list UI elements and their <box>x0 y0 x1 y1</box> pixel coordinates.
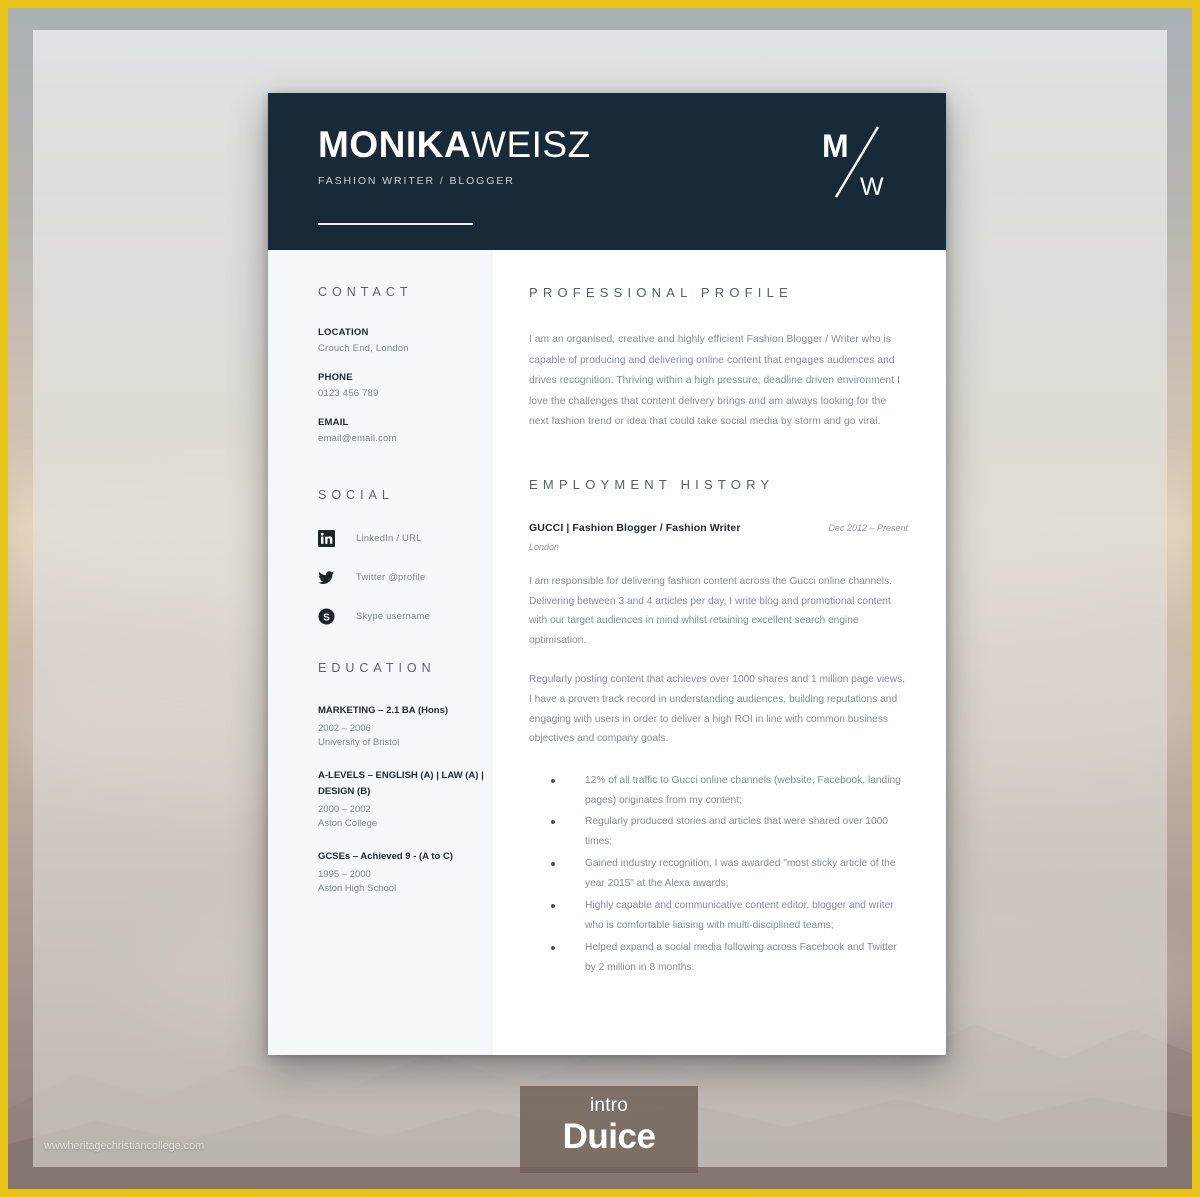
watermark-url: wwwheritagechristiancollege.com <box>44 1140 205 1152</box>
contact-label: PHONE <box>318 372 353 383</box>
job-paragraph: Regularly posting content that achieves … <box>529 674 906 745</box>
job-header: GUCCI | Fashion Blogger / Fashion Writer… <box>529 522 908 534</box>
list-item: Gained industry recognition, I was award… <box>551 854 908 894</box>
contact-item-location: LOCATION Crouch End, London <box>318 327 493 354</box>
twitter-icon <box>318 569 335 586</box>
contact-value: email@email.com <box>318 433 397 444</box>
section-heading-employment: EMPLOYMENT HISTORY <box>529 477 775 493</box>
job-location: London <box>529 542 560 553</box>
education-years: 2000 – 2002 <box>318 803 371 815</box>
linkedin-icon <box>318 530 335 547</box>
education-school: Aston High School <box>318 882 397 894</box>
monogram-logo: M W <box>820 121 894 203</box>
skype-icon: S <box>318 608 335 625</box>
page-title: MONIKAWEISZ <box>318 126 591 163</box>
resume-main-column: PROFESSIONAL PROFILE I am an organised, … <box>493 250 946 1055</box>
job-paragraph: I am responsible for delivering fashion … <box>529 576 892 646</box>
svg-text:S: S <box>323 612 330 623</box>
section-heading-contact: CONTACT <box>318 285 413 299</box>
list-item: Regularly produced stories and articles … <box>551 812 908 852</box>
contact-item-phone: PHONE 0123 456 789 <box>318 372 493 399</box>
education-years: 2002 – 2006 <box>318 722 371 734</box>
list-item: 12% of all traffic to Gucci online chann… <box>551 771 908 811</box>
name-block: MONIKAWEISZ FASHION WRITER / BLOGGER <box>318 126 591 187</box>
brand-name-label: Duice <box>562 1116 656 1156</box>
profile-text: I am an organised, creative and highly e… <box>529 334 900 428</box>
education-item: A-LEVELS – ENGLISH (A) | LAW (A) | DESIG… <box>318 768 493 829</box>
resume-page: MONIKAWEISZ FASHION WRITER / BLOGGER M W… <box>268 93 946 1055</box>
brand-intro-label: intro <box>590 1095 628 1116</box>
contact-value: Crouch End, London <box>318 343 409 354</box>
social-item-linkedin[interactable]: LinkedIn / URL <box>318 530 493 547</box>
contact-label: EMAIL <box>318 417 349 428</box>
employment-entry: GUCCI | Fashion Blogger / Fashion Writer… <box>529 522 908 978</box>
list-item: Highly capable and communicative content… <box>551 896 908 936</box>
social-item-twitter[interactable]: Twitter @profile <box>318 569 493 586</box>
section-heading-profile: PROFESSIONAL PROFILE <box>529 285 793 300</box>
job-title-subtitle: FASHION WRITER / BLOGGER <box>318 175 515 187</box>
list-item: Helped expand a social media following a… <box>551 938 908 978</box>
contact-label: LOCATION <box>318 327 369 338</box>
screenshot-canvas: MONIKAWEISZ FASHION WRITER / BLOGGER M W… <box>0 0 1200 1197</box>
resume-header: MONIKAWEISZ FASHION WRITER / BLOGGER M W <box>268 93 946 250</box>
education-degree: GCSEs – Achieved 9 - (A to C) <box>318 850 453 862</box>
education-school: Aston College <box>318 817 378 829</box>
job-dates: Dec 2012 – Present <box>828 523 908 534</box>
social-label: Skype username <box>356 611 431 622</box>
job-bullet-list: 12% of all traffic to Gucci online chann… <box>529 771 908 978</box>
section-heading-social: SOCIAL <box>318 488 394 502</box>
social-label: LinkedIn / URL <box>356 533 422 544</box>
first-name: MONIKA <box>318 124 472 165</box>
contact-item-email: EMAIL email@email.com <box>318 417 493 444</box>
social-label: Twitter @profile <box>356 572 426 583</box>
resume-sidebar: CONTACT LOCATION Crouch End, London PHON… <box>268 250 493 1055</box>
education-years: 1995 – 2000 <box>318 868 371 880</box>
education-degree: A-LEVELS – ENGLISH (A) | LAW (A) | DESIG… <box>318 769 484 798</box>
social-item-skype[interactable]: S Skype username <box>318 608 493 625</box>
job-company-title: GUCCI | Fashion Blogger / Fashion Writer <box>529 522 741 535</box>
social-list: LinkedIn / URL Twitter @profile S Skype … <box>318 530 493 625</box>
brand-badge: intro Duice <box>520 1086 698 1173</box>
contact-value: 0123 456 789 <box>318 388 379 399</box>
education-item: GCSEs – Achieved 9 - (A to C) 1995 – 200… <box>318 849 493 894</box>
education-item: MARKETING – 2.1 BA (Hons) 2002 – 2006 Un… <box>318 703 493 748</box>
last-name: WEISZ <box>471 124 591 165</box>
section-heading-education: EDUCATION <box>318 661 436 675</box>
svg-text:M: M <box>822 128 849 164</box>
education-school: University of Bristol <box>318 736 400 748</box>
svg-text:W: W <box>860 173 884 201</box>
header-divider <box>318 223 473 225</box>
resume-body: CONTACT LOCATION Crouch End, London PHON… <box>268 250 946 1055</box>
education-degree: MARKETING – 2.1 BA (Hons) <box>318 705 449 716</box>
